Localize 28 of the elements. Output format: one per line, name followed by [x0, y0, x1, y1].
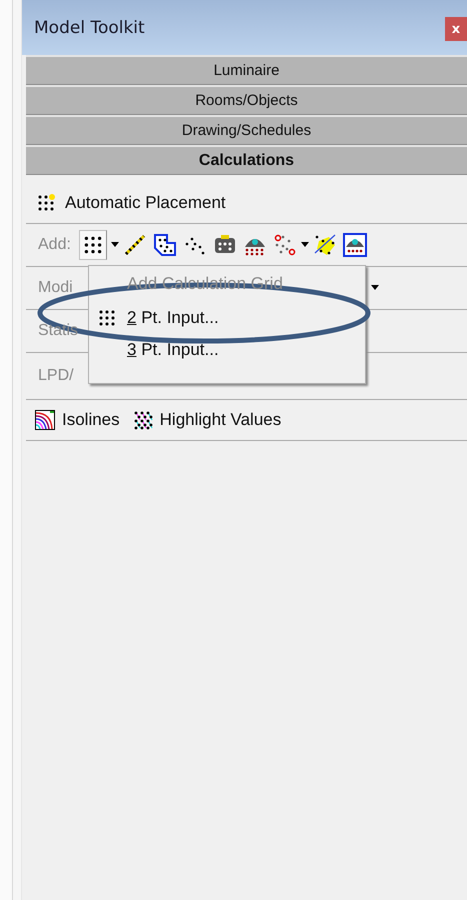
caret-icon[interactable] — [110, 242, 119, 248]
window-title: Model Toolkit — [34, 18, 145, 38]
automatic-placement-button[interactable]: Automatic Placement — [65, 193, 226, 213]
dot-grid-button[interactable] — [78, 230, 107, 260]
isolines-icon[interactable] — [34, 410, 56, 430]
modify-label: Modi — [38, 279, 73, 297]
add-label: Add: — [38, 236, 71, 254]
dot-grid-icon — [97, 308, 117, 328]
tab[interactable]: Rooms/Objects — [26, 85, 467, 115]
dot-grid-star-icon[interactable] — [36, 193, 58, 213]
tab[interactable]: Luminaire — [26, 55, 467, 85]
tab[interactable]: Calculations — [26, 145, 467, 175]
dome-grid-box-icon[interactable] — [342, 233, 367, 257]
caret-icon[interactable] — [371, 285, 379, 291]
dot-grid-icon[interactable] — [132, 410, 154, 430]
tab[interactable]: Drawing/Schedules — [26, 115, 467, 145]
lpd-label: LPD/ — [38, 367, 74, 385]
highlighted-area-icon[interactable] — [312, 233, 337, 257]
statistics-label: Statis — [38, 322, 78, 340]
isolines-button[interactable]: Isolines — [62, 410, 120, 430]
menu-item[interactable]: 2 Pt. Input... — [125, 308, 219, 328]
caret-icon[interactable] — [300, 242, 309, 248]
close-button[interactable]: x — [445, 17, 467, 41]
menu-item[interactable]: 3 Pt. Input... — [125, 340, 219, 360]
highlight-values-button[interactable]: Highlight Values — [160, 410, 282, 430]
dotted-line-icon[interactable] — [122, 233, 147, 257]
polygon-grid-icon[interactable] — [152, 233, 177, 257]
marked-points-icon[interactable] — [272, 233, 297, 257]
